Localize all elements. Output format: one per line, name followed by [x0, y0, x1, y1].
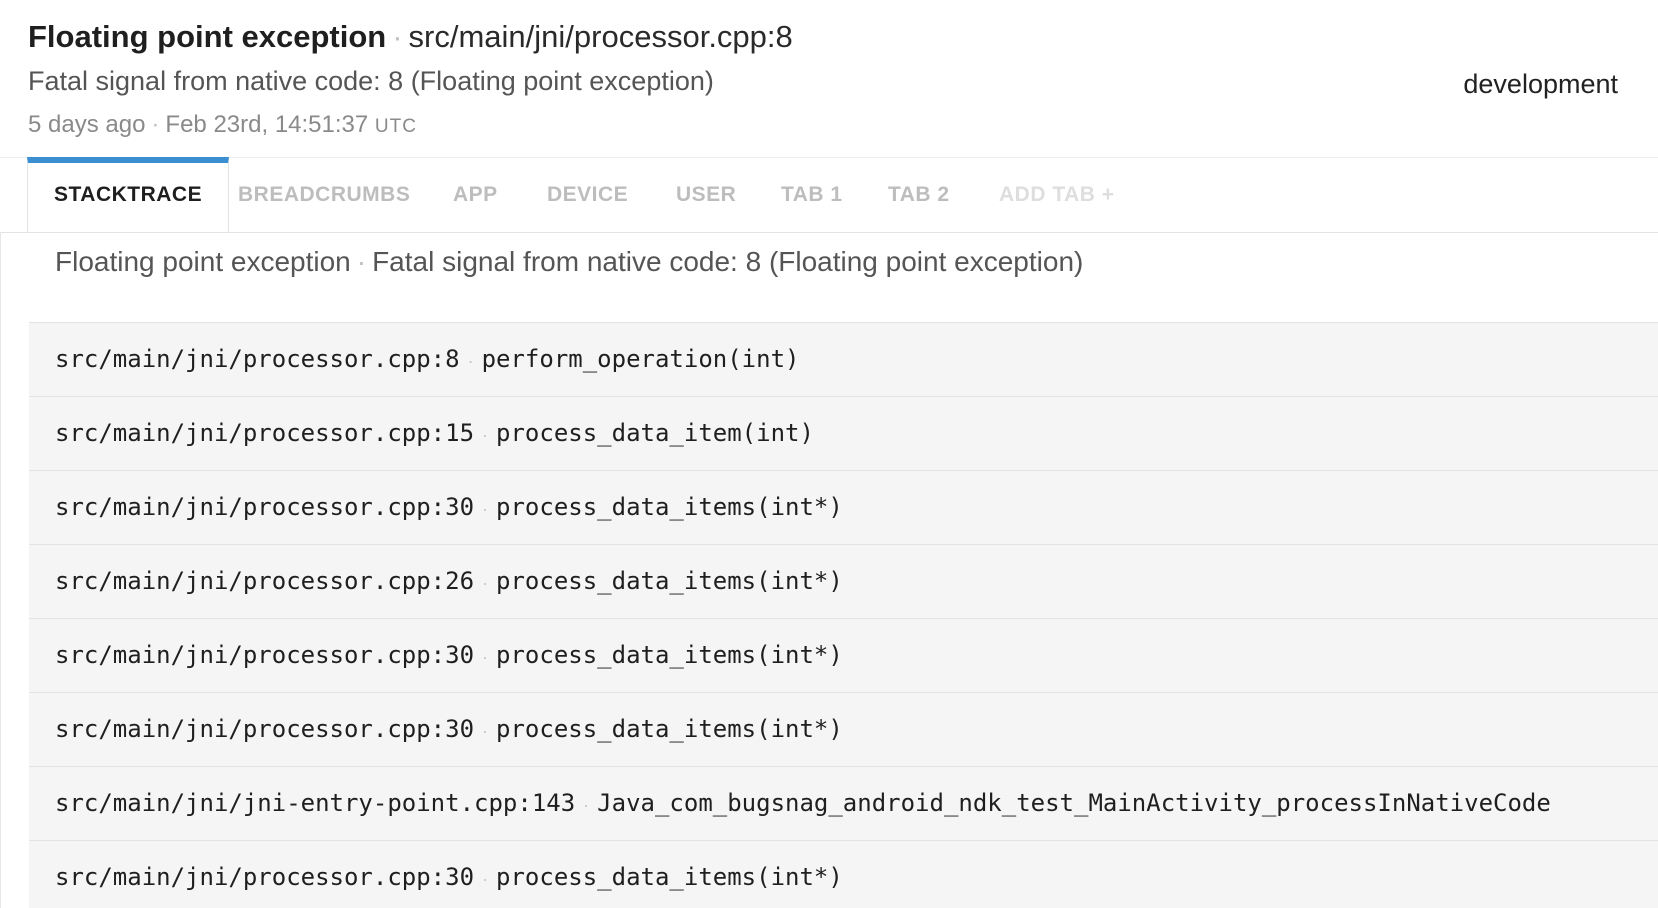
- frame-method: perform_operation(int): [481, 345, 800, 373]
- frame-method: process_data_item(int): [496, 419, 814, 447]
- separator-dot: ·: [482, 499, 489, 519]
- tab-bar: STACKTRACE BREADCRUMBS APP DEVICE USER T…: [0, 157, 1658, 233]
- frame-file: src/main/jni/processor.cpp:15: [55, 419, 475, 447]
- error-title: Floating point exception · src/main/jni/pr…: [28, 14, 793, 60]
- stack-frame[interactable]: src/main/jni/jni-entry-point.cpp:143 · Jav…: [29, 767, 1658, 841]
- stack-frame[interactable]: src/main/jni/processor.cpp:30 · process_da…: [29, 619, 1658, 693]
- summary-message: Fatal signal from native code: 8 (Floati…: [372, 246, 1084, 277]
- frame-file: src/main/jni/processor.cpp:30: [55, 493, 475, 521]
- separator-dot: ·: [583, 795, 590, 815]
- environment-label[interactable]: development: [1463, 69, 1618, 100]
- stack-frame[interactable]: src/main/jni/processor.cpp:30 · process_da…: [29, 693, 1658, 767]
- frame-file: src/main/jni/processor.cpp:30: [55, 641, 475, 669]
- frame-method: process_data_items(int*): [496, 863, 843, 891]
- stack-frame[interactable]: src/main/jni/processor.cpp:30 · process_da…: [29, 841, 1658, 908]
- frame-method: process_data_items(int*): [496, 567, 843, 595]
- separator-dot: ·: [482, 869, 489, 889]
- stacktrace-panel: Floating point exception · Fatal signal fr…: [0, 232, 1658, 908]
- separator-dot: ·: [356, 246, 367, 277]
- separator-dot: ·: [482, 573, 489, 593]
- timestamp: Feb 23rd, 14:51:37: [165, 111, 369, 138]
- error-details-page: Floating point exception · src/main/jni/pr…: [0, 0, 1658, 908]
- stacktrace-summary: Floating point exception · Fatal signal fr…: [55, 246, 1083, 278]
- frame-file: src/main/jni/processor.cpp:26: [55, 567, 475, 595]
- separator-dot: ·: [482, 425, 489, 445]
- separator-dot: ·: [482, 647, 489, 667]
- tab-breadcrumbs[interactable]: BREADCRUMBS: [238, 158, 410, 232]
- frame-file: src/main/jni/jni-entry-point.cpp:143: [55, 789, 576, 817]
- relative-time: 5 days ago: [28, 111, 146, 138]
- timezone: UTC: [374, 116, 417, 137]
- stack-frames-list: src/main/jni/processor.cpp:8 · perform_ope…: [29, 322, 1658, 908]
- error-header: Floating point exception · src/main/jni/pr…: [28, 14, 1658, 154]
- frame-method: process_data_items(int*): [496, 641, 843, 669]
- stack-frame[interactable]: src/main/jni/processor.cpp:8 · perform_ope…: [29, 323, 1658, 397]
- stack-frame[interactable]: src/main/jni/processor.cpp:26 · process_da…: [29, 545, 1658, 619]
- frame-method: process_data_items(int*): [496, 493, 843, 521]
- frame-file: src/main/jni/processor.cpp:30: [55, 863, 475, 891]
- add-tab-button[interactable]: ADD TAB +: [999, 158, 1115, 232]
- frame-file: src/main/jni/processor.cpp:30: [55, 715, 475, 743]
- summary-error-class: Floating point exception: [55, 246, 351, 277]
- separator-dot: ·: [467, 351, 474, 371]
- stack-frame[interactable]: src/main/jni/processor.cpp:30 · process_da…: [29, 471, 1658, 545]
- separator-dot: ·: [482, 721, 489, 741]
- tab-custom-2[interactable]: TAB 2: [888, 158, 950, 232]
- tab-app[interactable]: APP: [453, 158, 498, 232]
- stack-frame[interactable]: src/main/jni/processor.cpp:15 · process_da…: [29, 397, 1658, 471]
- frame-method: process_data_items(int*): [496, 715, 843, 743]
- error-class: Floating point exception: [28, 19, 387, 54]
- error-message: Fatal signal from native code: 8 (Floati…: [28, 66, 714, 96]
- tab-stacktrace[interactable]: STACKTRACE: [27, 157, 230, 232]
- separator-dot: ·: [392, 19, 403, 54]
- separator-dot: ·: [151, 111, 160, 138]
- tab-custom-1[interactable]: TAB 1: [781, 158, 843, 232]
- error-time: 5 days ago · Feb 23rd, 14:51:37 UTC: [28, 111, 417, 139]
- tab-user[interactable]: USER: [676, 158, 736, 232]
- error-location: src/main/jni/processor.cpp:8: [408, 19, 793, 54]
- frame-method: Java_com_bugsnag_android_ndk_test_MainAc…: [597, 789, 1551, 817]
- frame-file: src/main/jni/processor.cpp:8: [55, 345, 460, 373]
- tab-device[interactable]: DEVICE: [547, 158, 628, 232]
